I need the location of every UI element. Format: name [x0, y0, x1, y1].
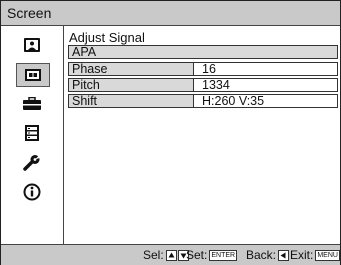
sidebar-item-setup[interactable]	[16, 93, 48, 115]
pitch-value-cell[interactable]: 1334	[194, 78, 337, 92]
sidebar-item-information[interactable]	[16, 181, 48, 203]
enter-key-icon: ENTER	[209, 249, 238, 261]
exit-hint-label: Exit:	[290, 248, 314, 262]
phase-value: 16	[202, 62, 216, 76]
phase-row[interactable]: Phase 16	[68, 62, 338, 76]
shift-label: Shift	[72, 94, 98, 108]
phase-label-cell: Phase	[69, 62, 194, 76]
back-hint: Back:	[246, 248, 290, 262]
sidebar-item-screen[interactable]	[16, 63, 50, 87]
setup-toolbox-icon	[23, 97, 41, 110]
set-hint-label: Set:	[186, 248, 208, 262]
phase-label: Phase	[72, 62, 108, 76]
select-hint: Sel:	[143, 248, 189, 262]
up-arrow-key-icon	[165, 249, 177, 261]
picture-icon	[24, 38, 40, 52]
shift-value: H:260 V:35	[202, 94, 265, 108]
sidebar-item-installation[interactable]	[16, 152, 48, 174]
phase-value-cell[interactable]: 16	[194, 62, 337, 76]
sidebar-item-picture[interactable]	[16, 34, 48, 56]
menu-key-icon: MENU	[315, 249, 340, 261]
pitch-row[interactable]: Pitch 1334	[68, 78, 338, 92]
menu-title: Screen	[7, 5, 52, 21]
apa-label: APA	[72, 45, 97, 59]
wrench-icon	[23, 155, 41, 171]
sidebar-item-menu-settings[interactable]	[16, 122, 48, 144]
shift-label-cell: Shift	[69, 94, 194, 108]
screen-icon	[25, 69, 41, 81]
shift-value-cell[interactable]: H:260 V:35	[194, 94, 337, 108]
exit-hint: Exit: MENU	[290, 248, 340, 262]
shift-row[interactable]: Shift H:260 V:35	[68, 94, 338, 108]
info-icon	[23, 183, 41, 201]
menu-list-icon	[25, 125, 39, 141]
pitch-label-cell: Pitch	[69, 78, 194, 92]
apa-item[interactable]: APA	[68, 45, 338, 59]
title-bar: Screen	[1, 1, 340, 26]
menu-window: Screen Adjust Signal APA Phase 16 Pitch …	[0, 0, 341, 265]
set-hint: Set: ENTER	[186, 248, 238, 262]
pitch-value: 1334	[202, 78, 230, 92]
sidebar	[1, 26, 64, 244]
footer-hint-bar: Sel: Set: ENTER Back: Exit: MENU	[1, 244, 340, 265]
main-panel: Adjust Signal APA Phase 16 Pitch 1334 Sh…	[64, 26, 340, 244]
left-arrow-key-icon	[278, 249, 290, 261]
page-title: Adjust Signal	[69, 30, 145, 45]
pitch-label: Pitch	[72, 78, 100, 92]
select-hint-label: Sel:	[143, 248, 164, 262]
back-hint-label: Back:	[246, 248, 277, 262]
